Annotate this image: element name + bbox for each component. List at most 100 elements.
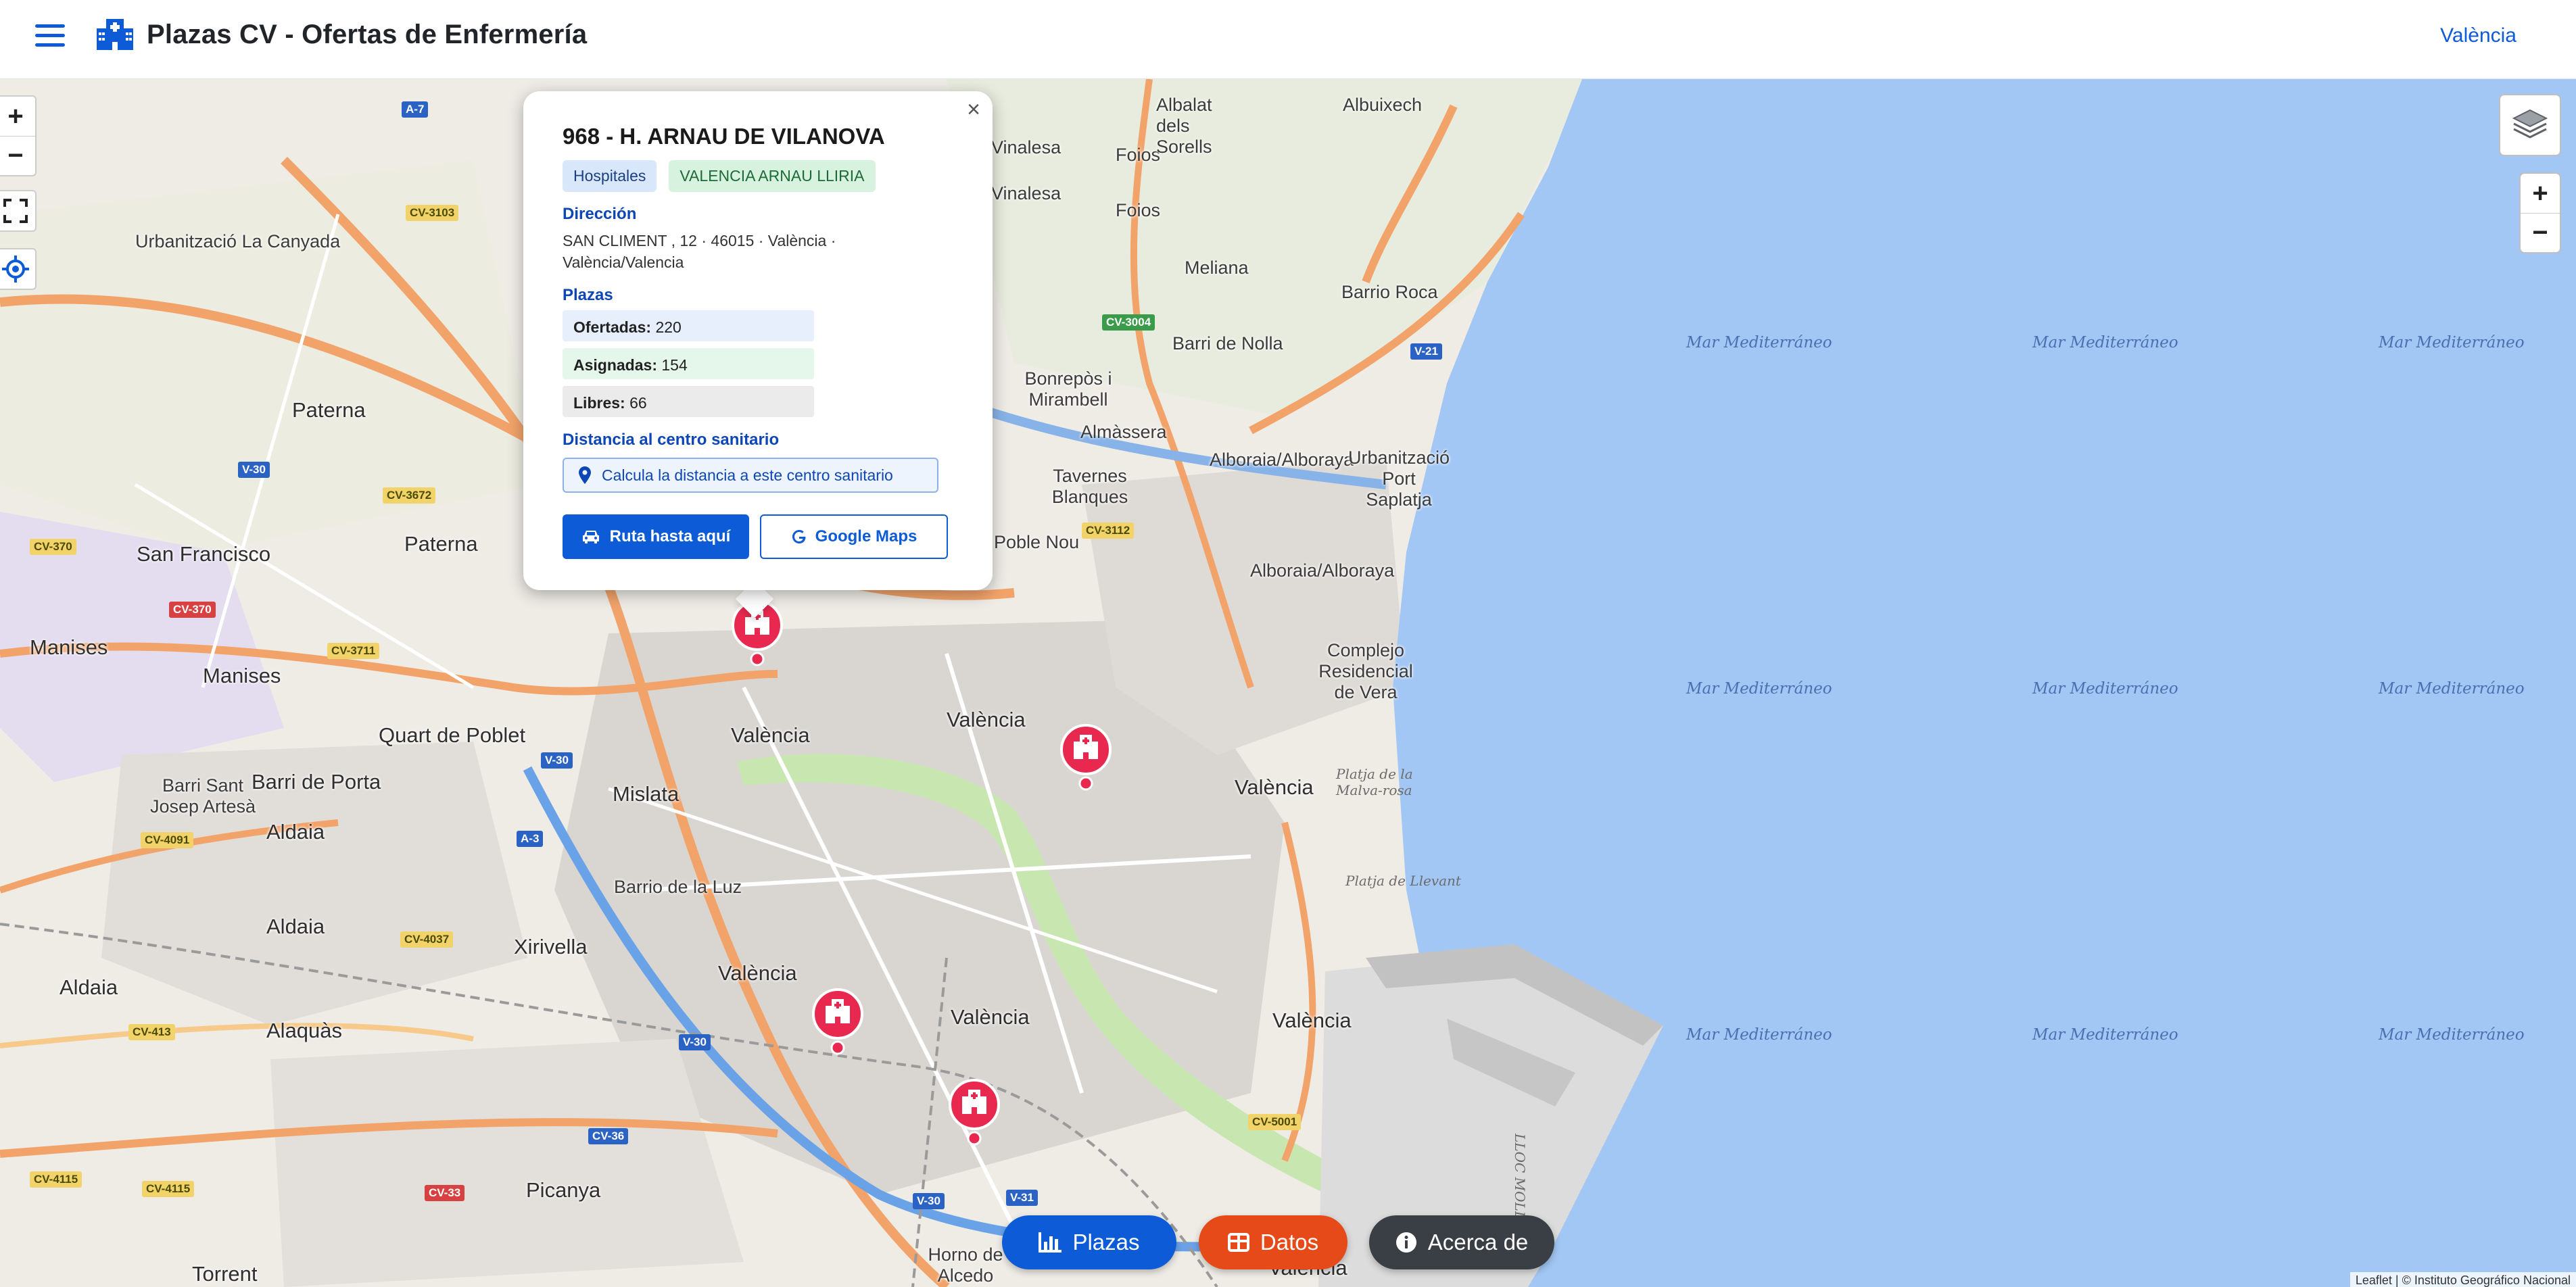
sea-label: Mar Mediterráneo bbox=[2032, 680, 2178, 698]
hospital-marker[interactable] bbox=[947, 1079, 1001, 1146]
place-label: Paterna bbox=[292, 398, 366, 422]
top-navbar: Plazas CV - Ofertas de Enfermería Valènc… bbox=[0, 0, 2576, 79]
place-label: Xirivella bbox=[514, 935, 588, 958]
place-label: Manises bbox=[30, 635, 108, 659]
road-shield: A-7 bbox=[402, 101, 429, 118]
road-shield: V-30 bbox=[541, 752, 573, 769]
place-label: València bbox=[951, 1005, 1030, 1029]
place-label: Alboraia/Alboraya bbox=[1210, 450, 1354, 470]
road-shield: CV-370 bbox=[169, 602, 216, 618]
calculate-distance-label: Calcula la distancia a este centro sanit… bbox=[602, 466, 893, 484]
place-label: València bbox=[718, 961, 797, 985]
distance-heading: Distancia al centro sanitario bbox=[563, 431, 780, 449]
place-label: Vinalesa bbox=[991, 137, 1062, 157]
city-selector-link[interactable]: València bbox=[2440, 24, 2517, 47]
zoom-in-button[interactable]: + bbox=[2521, 174, 2560, 213]
zoom-out-button[interactable]: − bbox=[0, 136, 35, 175]
datos-nav-button[interactable]: Datos bbox=[1199, 1215, 1347, 1269]
plazas-nav-button[interactable]: Plazas bbox=[1002, 1215, 1176, 1269]
menu-toggle-button[interactable] bbox=[35, 24, 65, 51]
fullscreen-control bbox=[0, 190, 37, 232]
road-shield: CV-3004 bbox=[1102, 314, 1155, 331]
google-icon bbox=[792, 530, 806, 543]
road-shield: CV-4115 bbox=[142, 1181, 195, 1197]
sea-label: Mar Mediterráneo bbox=[2379, 1026, 2525, 1044]
hospital-popup: × 968 - H. ARNAU DE VILANOVA Hospitales … bbox=[523, 91, 993, 590]
road-shield: CV-4091 bbox=[141, 832, 194, 848]
fullscreen-icon bbox=[3, 199, 28, 223]
place-label: Barri de Porta bbox=[252, 770, 381, 794]
brand[interactable]: Plazas CV - Ofertas de Enfermería bbox=[97, 19, 587, 50]
bar-chart-icon bbox=[1039, 1232, 1062, 1253]
sea-label: Mar Mediterráneo bbox=[1686, 1026, 1832, 1044]
place-label: Manises bbox=[203, 664, 281, 687]
map-attribution[interactable]: Leaflet | © Instituto Geográfico Naciona… bbox=[2350, 1272, 2576, 1287]
road-shield: A-3 bbox=[517, 831, 544, 847]
place-label: Paterna bbox=[404, 532, 478, 556]
road-shield: CV-3672 bbox=[383, 487, 436, 504]
google-maps-label: Google Maps bbox=[815, 527, 917, 545]
hospital-marker[interactable] bbox=[811, 988, 865, 1056]
offered-stat: Ofertadas: 220 bbox=[563, 310, 814, 341]
beach-label: Platja de la Malva-rosa bbox=[1336, 766, 1413, 798]
sea-label: Mar Mediterráneo bbox=[1686, 334, 1832, 351]
crosshair-icon bbox=[2, 256, 29, 283]
popup-badges: Hospitales VALENCIA ARNAU LLIRIA bbox=[563, 160, 876, 192]
google-maps-button[interactable]: Google Maps bbox=[760, 514, 948, 559]
place-label: Albuixech bbox=[1343, 95, 1423, 115]
place-label: Bonrepòs i Mirambell bbox=[1024, 368, 1112, 410]
popup-close-button[interactable]: × bbox=[961, 97, 986, 123]
place-label: Meliana bbox=[1185, 258, 1249, 278]
place-label: Barrio Roca bbox=[1341, 282, 1438, 302]
badge-type: Hospitales bbox=[563, 160, 657, 192]
road-shield: CV-36 bbox=[588, 1128, 629, 1144]
fullscreen-button[interactable] bbox=[0, 191, 35, 230]
route-button[interactable]: Ruta hasta aquí bbox=[563, 514, 749, 559]
place-label: Complejo Residencial de Vera bbox=[1318, 640, 1413, 702]
place-label: Foios bbox=[1116, 200, 1161, 220]
place-label: Aldaia bbox=[59, 975, 118, 999]
place-label: Picanya bbox=[526, 1178, 601, 1202]
zoom-in-button[interactable]: + bbox=[0, 97, 35, 136]
route-button-label: Ruta hasta aquí bbox=[609, 527, 731, 545]
place-label: Quart de Poblet bbox=[379, 723, 526, 747]
place-label: Aldaia bbox=[266, 915, 325, 938]
place-label: Mislata bbox=[613, 782, 679, 806]
app-title: Plazas CV - Ofertas de Enfermería bbox=[147, 19, 588, 49]
road-shield: CV-3711 bbox=[327, 643, 380, 659]
zoom-control-left: + − bbox=[0, 95, 37, 176]
place-label: Vinalesa bbox=[991, 183, 1062, 203]
place-label: Urbanització Port Saplatja bbox=[1348, 447, 1450, 510]
road-shield: CV-33 bbox=[425, 1185, 465, 1201]
layers-control[interactable] bbox=[2499, 94, 2561, 156]
place-label: València bbox=[947, 708, 1026, 731]
locate-me-button[interactable] bbox=[0, 249, 35, 289]
sea-label: Mar Mediterráneo bbox=[2379, 334, 2525, 351]
place-label: València bbox=[731, 723, 810, 747]
place-label: Poble Nou bbox=[994, 532, 1080, 552]
place-label: Barrio de la Luz bbox=[614, 877, 742, 897]
map-pin-icon bbox=[579, 466, 591, 484]
place-label: Tavernes Blanques bbox=[1051, 466, 1128, 507]
place-label: Alaquàs bbox=[266, 1019, 343, 1042]
calculate-distance-button[interactable]: Calcula la distancia a este centro sanit… bbox=[563, 458, 938, 493]
hospital-marker[interactable] bbox=[1059, 724, 1113, 792]
place-label: Alboraia/Alboraya bbox=[1250, 560, 1395, 581]
place-label: València bbox=[1272, 1009, 1352, 1032]
zoom-out-button[interactable]: − bbox=[2521, 213, 2560, 252]
map-view[interactable]: Mar Mediterráneo Mar Mediterráneo Mar Me… bbox=[0, 79, 2576, 1287]
place-label: Almàssera bbox=[1080, 422, 1167, 442]
road-shield: CV-370 bbox=[30, 539, 76, 555]
layers-icon bbox=[2512, 109, 2548, 139]
place-label: València bbox=[1235, 775, 1314, 799]
road-shield: V-30 bbox=[679, 1034, 711, 1050]
offered-label: Ofertadas: bbox=[573, 318, 652, 336]
car-icon bbox=[582, 531, 599, 543]
road-shield: CV-4115 bbox=[30, 1171, 82, 1188]
offered-value: 220 bbox=[655, 318, 682, 336]
place-label: Urbanització La Canyada bbox=[135, 231, 341, 251]
hospital-buildings-icon bbox=[97, 19, 133, 50]
beach-label: Platja de Llevant bbox=[1345, 873, 1461, 889]
acerca-nav-button[interactable]: Acerca de bbox=[1369, 1215, 1554, 1269]
acerca-nav-label: Acerca de bbox=[1427, 1230, 1529, 1255]
